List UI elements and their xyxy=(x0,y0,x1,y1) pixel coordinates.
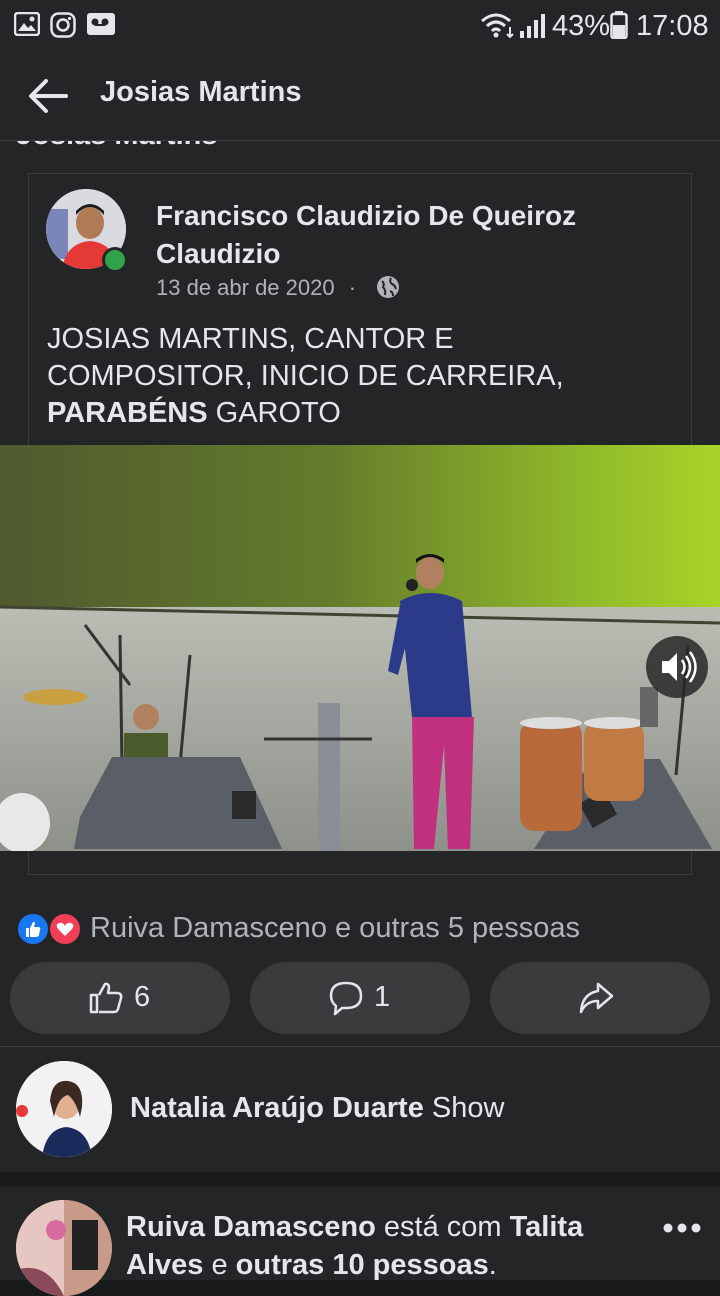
app-bar: Josias Martins xyxy=(0,52,720,141)
commenter-name[interactable]: Natalia Araújo Duarte xyxy=(130,1092,424,1124)
commenter-name[interactable]: Ruiva Damasceno xyxy=(126,1211,376,1243)
comment-icon xyxy=(329,981,363,1016)
meta-separator: · xyxy=(348,275,357,300)
wifi-icon xyxy=(481,13,514,39)
tagged-others[interactable]: outras 10 pessoas xyxy=(236,1249,489,1281)
comment-tail: . xyxy=(488,1249,497,1281)
post-text-part1: JOSIAS MARTINS, CANTOR E COMPOSITOR, INI… xyxy=(47,323,564,392)
post-text-bold: PARABÉNS xyxy=(47,397,208,429)
post-author-name[interactable]: Francisco Claudizio De Queiroz Claudizio xyxy=(156,197,676,273)
post: Josias Martins Francisco Claudizio De Qu… xyxy=(0,141,720,1046)
comment-connector: e xyxy=(203,1249,236,1281)
instagram-icon xyxy=(50,12,76,38)
love-reaction-icon xyxy=(48,912,82,946)
video-player[interactable] xyxy=(0,445,720,851)
post-meta: 13 de abr de 2020 · xyxy=(156,275,356,301)
battery-percent: 43% xyxy=(552,10,611,42)
more-options-icon[interactable] xyxy=(662,1218,702,1238)
globe-icon xyxy=(377,276,399,298)
reaction-summary[interactable]: Ruiva Damasceno e outras 5 pessoas xyxy=(90,912,580,945)
signal-icon xyxy=(520,14,545,38)
share-icon xyxy=(579,982,614,1014)
status-bar: 43% 17:08 xyxy=(0,0,720,52)
comment-connector: está com xyxy=(375,1211,510,1243)
post-text-part2: GAROTO xyxy=(207,397,341,429)
comment-body: Show xyxy=(423,1092,505,1124)
comment-text: Natalia Araújo Duarte Show xyxy=(130,1092,504,1125)
image-icon xyxy=(14,12,40,36)
page-title: Josias Martins xyxy=(100,76,302,108)
volume-button[interactable] xyxy=(646,636,708,698)
comment-text: Ruiva Damasceno está com Talita Alves e … xyxy=(126,1208,646,1284)
page-heading: Josias Martins xyxy=(16,141,217,152)
share-button[interactable] xyxy=(490,962,710,1034)
speaker-icon xyxy=(662,651,697,683)
online-status-dot xyxy=(102,247,128,273)
commenter-avatar[interactable] xyxy=(16,1200,112,1296)
like-count: 6 xyxy=(134,981,151,1013)
post-text: JOSIAS MARTINS, CANTOR E COMPOSITOR, INI… xyxy=(47,321,667,432)
like-button[interactable]: 6 xyxy=(10,962,230,1034)
comment-count: 1 xyxy=(374,981,391,1013)
post-date[interactable]: 13 de abr de 2020 xyxy=(156,275,335,300)
comment-button[interactable]: 1 xyxy=(250,962,470,1034)
battery-icon xyxy=(610,11,628,39)
back-arrow-icon[interactable] xyxy=(26,76,70,116)
like-reaction-icon xyxy=(16,912,50,946)
divider xyxy=(0,1046,720,1047)
voicemail-icon xyxy=(87,13,115,35)
clock: 17:08 xyxy=(636,10,709,42)
thumbs-up-icon xyxy=(89,982,123,1014)
commenter-avatar[interactable] xyxy=(16,1061,112,1157)
